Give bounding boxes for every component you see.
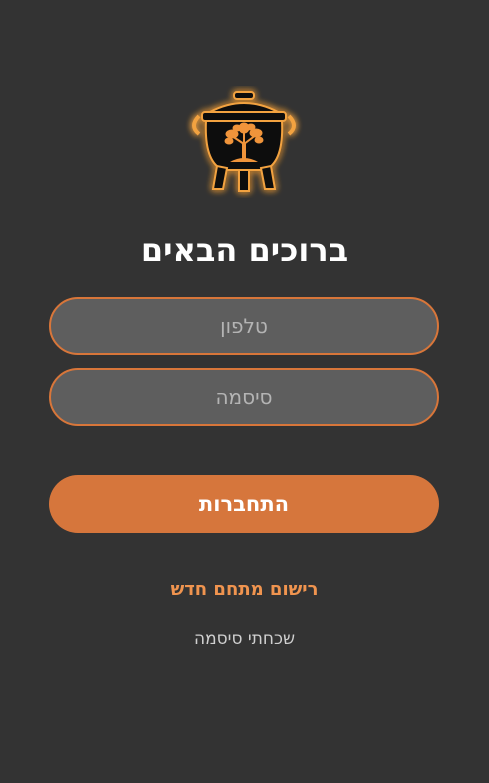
- register-link[interactable]: רישום מתחם חדש: [0, 576, 489, 604]
- page-title: ברוכים הבאים: [140, 231, 349, 269]
- cauldron-tree-icon: [185, 86, 303, 198]
- login-screen: ברוכים הבאים התחברות רישום מתחם חדש שכחת…: [0, 0, 489, 783]
- forgot-password-link[interactable]: שכחתי סיסמה: [0, 626, 489, 652]
- phone-field[interactable]: [49, 297, 439, 355]
- password-field[interactable]: [49, 368, 439, 426]
- login-button[interactable]: התחברות: [49, 475, 439, 533]
